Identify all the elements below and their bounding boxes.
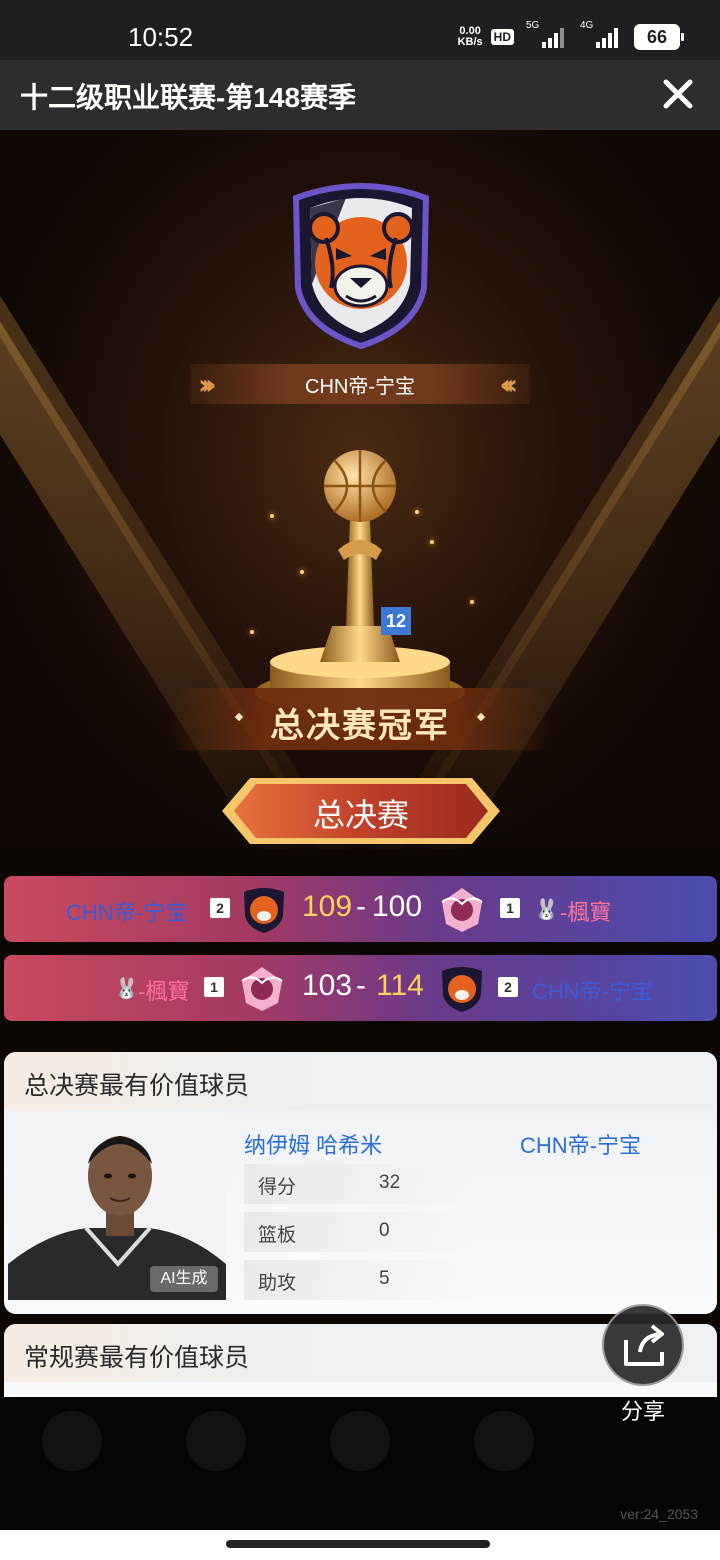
mvp-player-name[interactable]: 纳伊姆 哈希米 (244, 1128, 382, 1160)
page-header: 十二级职业联赛-第148赛季 (0, 60, 720, 130)
winged-team-logo (241, 967, 283, 1011)
home-team-name: -楓寶 (138, 979, 190, 1004)
score-dash: - (356, 969, 366, 1002)
sim2-label: 4G (580, 20, 594, 31)
home-score: 109 (302, 890, 353, 923)
stat-row-rebounds: 篮板 0 (244, 1212, 474, 1252)
champion-team-banner: ››› CHN帝-宁宝 ‹‹‹ (190, 364, 530, 404)
trophy-icon (255, 450, 465, 714)
bear-team-logo (244, 888, 284, 933)
stat-row-points: 得分 32 (244, 1164, 474, 1204)
stat-value: 0 (379, 1220, 390, 1241)
home-team-name: CHN帝-宁宝 (66, 900, 187, 925)
stat-label: 得分 (258, 1177, 297, 1198)
away-score: 100 (372, 890, 423, 923)
share-button[interactable] (602, 1304, 684, 1386)
regular-mvp-title: 常规赛最有价值球员 (24, 1344, 250, 1372)
away-team-name: -楓寶 (560, 900, 612, 925)
winged-team-logo (441, 888, 483, 932)
battery-icon: 66 (634, 24, 684, 50)
signal-5g-icon: 5G (526, 20, 564, 48)
rabbit-icon: 🐰 (114, 976, 139, 1000)
stat-row-assists: 助攻 5 (244, 1260, 474, 1300)
net-speed: 0.00 KB/s (458, 26, 483, 48)
status-icons: 0.00 KB/s HD 5G 4G 66 (458, 20, 684, 50)
home-indicator[interactable] (226, 1540, 490, 1548)
mvp-player-team[interactable]: CHN帝-宁宝 (520, 1128, 641, 1160)
close-icon[interactable] (658, 74, 698, 114)
bear-team-logo (292, 183, 430, 350)
page-title: 十二级职业联赛-第148赛季 (20, 82, 357, 113)
home-score: 103 (302, 969, 353, 1002)
away-team-name: CHN帝-宁宝 (532, 979, 653, 1004)
stat-label: 助攻 (258, 1273, 297, 1294)
chevron-left-icon: ‹‹‹ (499, 368, 517, 401)
net-speed-unit: KB/s (457, 36, 483, 48)
share-label[interactable]: 分享 (602, 1394, 684, 1426)
finals-mvp-title: 总决赛最有价值球员 (24, 1072, 250, 1100)
share-icon (624, 1324, 664, 1366)
hd-icon: HD (490, 29, 514, 45)
trophy-level-badge: 12 (381, 607, 411, 635)
home-seed: 2 (210, 898, 230, 918)
away-seed: 2 (498, 977, 518, 997)
bear-team-logo (442, 967, 482, 1012)
ai-generated-tag: AI生成 (150, 1266, 218, 1292)
sparkle (470, 600, 474, 604)
score-dash: - (356, 890, 366, 923)
version-label: ver:24_2053 (620, 1506, 698, 1522)
stat-value: 32 (379, 1172, 401, 1193)
home-seed: 1 (204, 977, 224, 997)
blurred-item (42, 1411, 102, 1471)
blurred-item (186, 1411, 246, 1471)
status-time: 10:52 (128, 22, 194, 52)
champion-hero: ››› CHN帝-宁宝 ‹‹‹ 12 总决赛冠军 总决赛 (0, 130, 720, 850)
system-nav-bar (0, 1530, 720, 1560)
finals-button[interactable]: 总决赛 (222, 778, 500, 844)
app-root: 10:52 0.00 KB/s HD 5G 4G 66 十二级职业联赛-第148… (0, 0, 720, 1560)
signal-4g-icon: 4G (580, 20, 618, 48)
champion-team-name: CHN帝-宁宝 (305, 376, 415, 398)
stat-value: 5 (379, 1268, 390, 1289)
rabbit-icon: 🐰 (534, 897, 559, 921)
stat-label: 篮板 (258, 1225, 297, 1246)
sim1-label: 5G (526, 20, 540, 31)
finals-mvp-header: 总决赛最有价值球员 (4, 1052, 717, 1110)
finals-mvp-card[interactable]: 总决赛最有价值球员 AI生成 纳伊姆 哈希米 CHN帝-宁宝 得分 32 篮板 … (4, 1052, 717, 1314)
blurred-item (474, 1411, 534, 1471)
champion-title: 总决赛冠军 (270, 707, 450, 745)
match-row[interactable]: CHN帝-宁宝 2 109 - 100 1 🐰 -楓寶 (4, 876, 717, 942)
match-row[interactable]: 🐰 -楓寶 1 103 - 114 2 CHN帝-宁宝 (4, 955, 717, 1021)
champion-title-banner: 总决赛冠军 (170, 688, 550, 750)
away-seed: 1 (500, 898, 520, 918)
blurred-item (330, 1411, 390, 1471)
finals-button-label: 总决赛 (312, 797, 409, 833)
away-score: 114 (376, 969, 424, 1002)
